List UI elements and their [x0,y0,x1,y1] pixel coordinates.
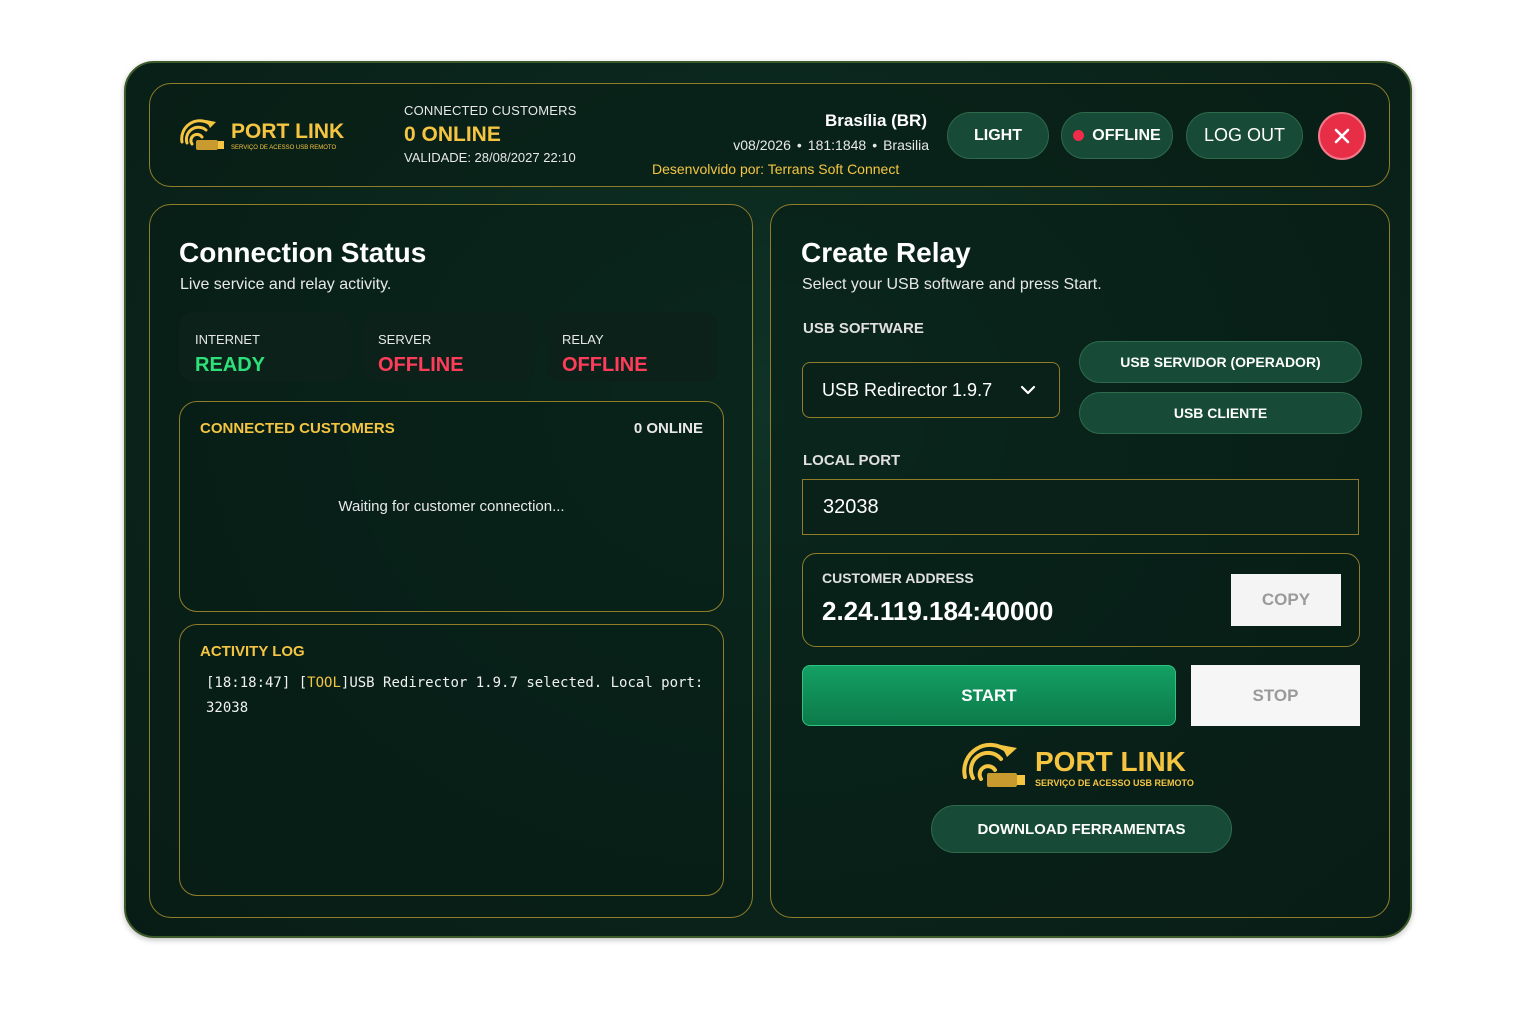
connected-customers-title: CONNECTED CUSTOMERS [200,420,395,437]
create-relay-card: Create Relay Select your USB software an… [770,204,1390,918]
port-link-logo-large: PORT LINK SERVIÇO DE ACESSO USB REMOTO [962,742,1194,788]
create-relay-title: Create Relay [801,237,971,268]
status-tile-relay: RELAY OFFLINE [546,312,718,382]
customer-address-label: CUSTOMER ADDRESS [822,570,974,586]
connection-status-card: Connection Status Live service and relay… [149,204,753,918]
header-developer-credit: Desenvolvido por: Terrans Soft Connect [652,161,900,177]
log-timestamp: [18:18:47] [206,675,291,691]
stop-button[interactable]: STOP [1191,665,1360,726]
usb-software-value: USB Redirector 1.9.7 [822,379,993,400]
activity-log-title: ACTIVITY LOG [200,643,305,660]
connection-status-title: Connection Status [179,237,427,268]
header-server-code: 181:1848 [807,137,867,153]
status-tile-label: RELAY [562,332,604,347]
status-tile-label: SERVER [378,332,432,347]
customer-address-box: CUSTOMER ADDRESS 2.24.119.184:40000 COPY [802,553,1360,647]
status-tile-label: INTERNET [195,332,260,347]
app-window: PORT LINK SERVIÇO DE ACESSO USB REMOTO C… [124,61,1412,938]
header-validity: VALIDADE: 28/08/2027 22:10 [404,150,576,165]
header-city: Brasília (BR) [824,111,927,130]
connected-customers-box: CONNECTED CUSTOMERS 0 ONLINE Waiting for… [179,401,724,612]
header-customers-label: CONNECTED CUSTOMERS [404,103,577,118]
status-tile-server: SERVER OFFLINE [362,312,534,382]
log-tag-open: [ [290,675,308,691]
light-theme-button[interactable]: LIGHT [947,112,1049,159]
create-relay-subtitle: Select your USB software and press Start… [802,276,1102,293]
status-dot-icon [1073,130,1085,141]
header-bar: PORT LINK SERVIÇO DE ACESSO USB REMOTO C… [149,83,1390,187]
status-tile-value: READY [195,354,266,376]
close-icon [1334,128,1350,144]
status-tile-internet: INTERNET READY [179,312,351,382]
logo-large-tagline: SERVIÇO DE ACESSO USB REMOTO [1035,778,1194,788]
download-tools-button[interactable]: DOWNLOAD FERRAMENTAS [931,805,1232,853]
local-port-label: LOCAL PORT [803,452,901,469]
log-entry: [18:18:47] [TOOL]USB Redirector 1.9.7 se… [206,671,706,721]
copy-button[interactable]: COPY [1231,574,1341,626]
start-button[interactable]: START [802,665,1176,726]
close-button[interactable] [1318,112,1366,160]
header-meta: v08/2026 • 181:1848 • Brasilia [733,137,929,153]
offline-status-button[interactable]: OFFLINE [1061,112,1173,159]
waiting-message: Waiting for customer connection... [338,498,565,515]
chevron-down-icon [1020,385,1036,395]
connection-status-subtitle: Live service and relay activity. [180,276,392,293]
logo-tagline: SERVIÇO DE ACESSO USB REMOTO [231,145,336,151]
offline-status-label: OFFLINE [1092,126,1161,144]
separator-dot: • [872,137,878,153]
connected-customers-count: 0 ONLINE [633,420,703,437]
header-customers-count: 0 ONLINE [404,123,501,146]
usb-software-label: USB SOFTWARE [803,320,924,337]
usb-servidor-button[interactable]: USB SERVIDOR (OPERADOR) [1079,341,1362,383]
logo-large-brand-name: PORT LINK [1035,746,1186,777]
port-link-logo: PORT LINK SERVIÇO DE ACESSO USB REMOTO [180,119,344,151]
log-tag: TOOL [307,675,341,691]
local-port-input[interactable]: 32038 [802,479,1359,535]
logo-brand-name: PORT LINK [231,120,344,143]
header-location: Brasilia [883,137,929,153]
usb-cliente-button[interactable]: USB CLIENTE [1079,392,1362,434]
separator-dot: • [796,137,802,153]
customer-address-value: 2.24.119.184:40000 [822,596,1054,626]
usb-software-select[interactable]: USB Redirector 1.9.7 [802,362,1060,418]
status-tile-value: OFFLINE [562,354,648,376]
activity-log-box: ACTIVITY LOG [18:18:47] [TOOL]USB Redire… [179,624,724,896]
header-version: v08/2026 [733,137,791,153]
logout-button[interactable]: LOG OUT [1186,112,1303,159]
status-tile-value: OFFLINE [378,354,464,376]
